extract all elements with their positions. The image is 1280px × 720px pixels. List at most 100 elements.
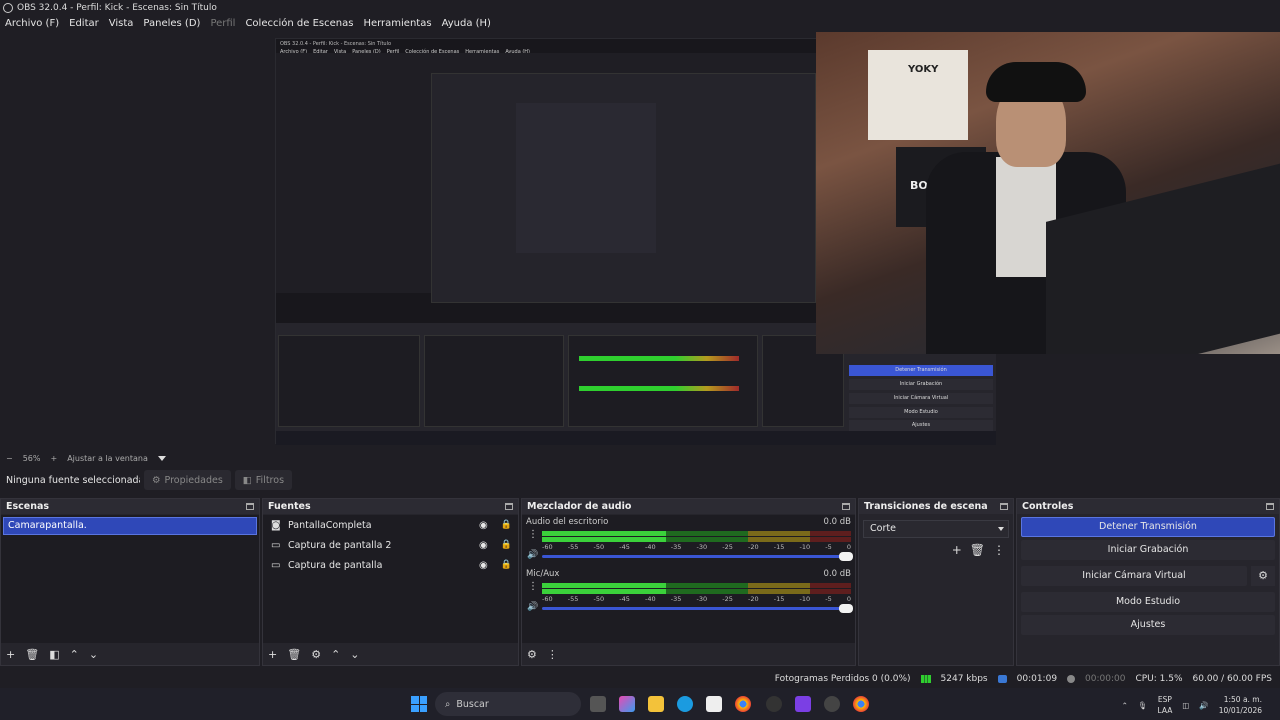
eye-icon[interactable]: ◉ — [479, 560, 488, 571]
lock-icon[interactable]: 🔒 — [501, 560, 512, 570]
transition-select[interactable]: Corte — [863, 520, 1009, 538]
start-record-button[interactable]: Iniciar Grabación — [1021, 540, 1275, 560]
sources-list: ◙ PantallaCompleta ◉ 🔒 ▭ Captura de pant… — [263, 515, 518, 643]
store-icon[interactable] — [706, 696, 722, 712]
live-time: 00:01:09 — [1016, 674, 1058, 684]
webcam-feed: YOKY BOGOTA — [816, 32, 1280, 354]
chevron-up-icon[interactable]: ⌃ — [1122, 701, 1128, 710]
menu-vista[interactable]: Vista — [104, 18, 139, 29]
volume-slider[interactable] — [542, 552, 853, 561]
kebab-menu-icon[interactable]: ⋮ — [528, 581, 538, 592]
menu-herramientas[interactable]: Herramientas — [358, 18, 436, 29]
zoom-out-button[interactable]: − — [6, 454, 13, 463]
float-dock-icon[interactable] — [1000, 503, 1008, 510]
volume-meter — [542, 583, 851, 588]
chevron-down-icon[interactable]: ⌄ — [350, 648, 359, 661]
language-indicator[interactable]: ESP LAA — [1158, 694, 1173, 716]
chrome-icon[interactable] — [735, 696, 751, 712]
fps: 60.00 / 60.00 FPS — [1192, 674, 1272, 684]
gear-icon[interactable]: ⚙ — [1251, 566, 1275, 586]
network-icon[interactable]: ◫ — [1182, 701, 1189, 710]
scene-item[interactable]: Camarapantalla. — [3, 517, 257, 535]
slider-handle[interactable] — [839, 604, 853, 613]
menu-coleccion-escenas[interactable]: Colección de Escenas — [240, 18, 358, 29]
filter-icon[interactable]: ◧ — [49, 648, 59, 661]
search-icon: ⌕ — [445, 698, 451, 710]
menu-archivo[interactable]: Archivo (F) — [0, 18, 64, 29]
chrome-icon[interactable] — [853, 696, 869, 712]
chevron-down-icon[interactable]: ⌄ — [89, 648, 98, 661]
transitions-dock: Transiciones de escena Corte + 🗑 ⋮ — [858, 498, 1014, 666]
add-icon[interactable]: + — [6, 648, 15, 661]
stop-stream-button[interactable]: Detener Transmisión — [1021, 517, 1275, 537]
float-dock-icon[interactable] — [246, 503, 254, 510]
speaker-icon[interactable]: 🔊 — [527, 550, 538, 560]
lock-icon[interactable]: 🔒 — [501, 540, 512, 550]
edge-icon[interactable] — [677, 696, 693, 712]
audio-mixer-dock: Mezclador de audio Audio del escritorio … — [521, 498, 856, 666]
kebab-menu-icon[interactable]: ⋮ — [528, 529, 538, 540]
float-dock-icon[interactable] — [1266, 503, 1274, 510]
clock[interactable]: 1:50 a. m. 10/01/2026 — [1219, 694, 1262, 716]
properties-button[interactable]: ⚙ Propiedades — [144, 470, 231, 490]
nested-inner-preview-2 — [516, 103, 656, 253]
app-icon[interactable] — [766, 696, 782, 712]
window-title: OBS 32.0.4 - Perfil: Kick - Escenas: Sin… — [17, 2, 217, 13]
menu-ayuda[interactable]: Ayuda (H) — [437, 18, 496, 29]
volume-slider[interactable] — [542, 604, 853, 613]
advanced-audio-icon[interactable]: ⚙ — [527, 648, 537, 661]
transition-tools: + 🗑 ⋮ — [952, 543, 1005, 557]
eye-icon[interactable]: ◉ — [479, 520, 488, 531]
trash-icon[interactable]: 🗑 — [287, 648, 301, 661]
kebab-menu-icon[interactable]: ⋮ — [993, 543, 1005, 557]
filters-button[interactable]: ◧ Filtros — [234, 470, 293, 490]
float-dock-icon[interactable] — [505, 503, 513, 510]
title-bar: OBS 32.0.4 - Perfil: Kick - Escenas: Sin… — [0, 0, 1280, 15]
task-view-icon[interactable] — [590, 696, 606, 712]
obs-icon[interactable] — [824, 696, 840, 712]
menu-paneles[interactable]: Paneles (D) — [138, 18, 205, 29]
eye-icon[interactable]: ◉ — [479, 540, 488, 551]
chevron-down-icon — [998, 527, 1004, 531]
status-bar: Fotogramas Perdidos 0 (0.0%) 5247 kbps 0… — [0, 670, 1280, 688]
menu-editar[interactable]: Editar — [64, 18, 104, 29]
chevron-down-icon[interactable] — [157, 455, 166, 461]
trash-icon[interactable]: 🗑 — [970, 543, 985, 557]
settings-button[interactable]: Ajustes — [1021, 615, 1275, 635]
scenes-dock: Escenas Camarapantalla. + 🗑 ◧ ⌃ ⌄ — [0, 498, 260, 666]
windows-start-icon[interactable] — [411, 696, 427, 712]
taskbar-search[interactable]: ⌕ Buscar — [435, 692, 581, 716]
lock-icon[interactable]: 🔒 — [501, 520, 512, 530]
speaker-icon[interactable]: 🔊 — [527, 602, 538, 612]
start-virtualcam-button[interactable]: Iniciar Cámara Virtual — [1021, 566, 1247, 586]
source-item[interactable]: ▭ Captura de pantalla ◉ 🔒 — [263, 555, 518, 575]
channel-name: Mic/Aux — [526, 569, 560, 579]
microphone-icon[interactable]: 🎙 — [1138, 701, 1148, 710]
volume-icon[interactable]: 🔊 — [1199, 701, 1208, 710]
chevron-up-icon[interactable]: ⌃ — [331, 648, 340, 661]
preview-area[interactable]: OBS 32.0.4 - Perfil: Kick - Escenas: Sin… — [0, 32, 1280, 450]
dropped-frames: Fotogramas Perdidos 0 (0.0%) — [774, 674, 911, 684]
add-icon[interactable]: + — [952, 543, 962, 557]
zoom-in-button[interactable]: + — [50, 454, 57, 463]
trash-icon[interactable]: 🗑 — [25, 648, 39, 661]
transitions-header: Transiciones de escena — [859, 499, 1013, 514]
source-item[interactable]: ▭ Captura de pantalla 2 ◉ 🔒 — [263, 535, 518, 555]
gear-icon[interactable]: ⚙ — [311, 648, 321, 661]
copilot-icon[interactable] — [619, 696, 635, 712]
source-item[interactable]: ◙ PantallaCompleta ◉ 🔒 — [263, 515, 518, 535]
chevron-up-icon[interactable]: ⌃ — [70, 648, 79, 661]
float-dock-icon[interactable] — [842, 503, 850, 510]
sources-toolbar: + 🗑 ⚙ ⌃ ⌄ — [263, 643, 518, 665]
slider-handle[interactable] — [839, 552, 853, 561]
file-explorer-icon[interactable] — [648, 696, 664, 712]
context-bar: Ninguna fuente seleccionada ⚙ Propiedade… — [0, 470, 1280, 490]
add-icon[interactable]: + — [268, 648, 277, 661]
channel-db: 0.0 dB — [823, 517, 851, 527]
mixer-channel: Audio del escritorio 0.0 dB ⋮ -60 -55 -50-… — [522, 515, 855, 567]
fit-window-label[interactable]: Ajustar a la ventana — [67, 454, 148, 463]
person-hair — [986, 62, 1086, 102]
kebab-menu-icon[interactable]: ⋮ — [547, 648, 558, 661]
studio-mode-button[interactable]: Modo Estudio — [1021, 592, 1275, 612]
app-icon[interactable] — [795, 696, 811, 712]
